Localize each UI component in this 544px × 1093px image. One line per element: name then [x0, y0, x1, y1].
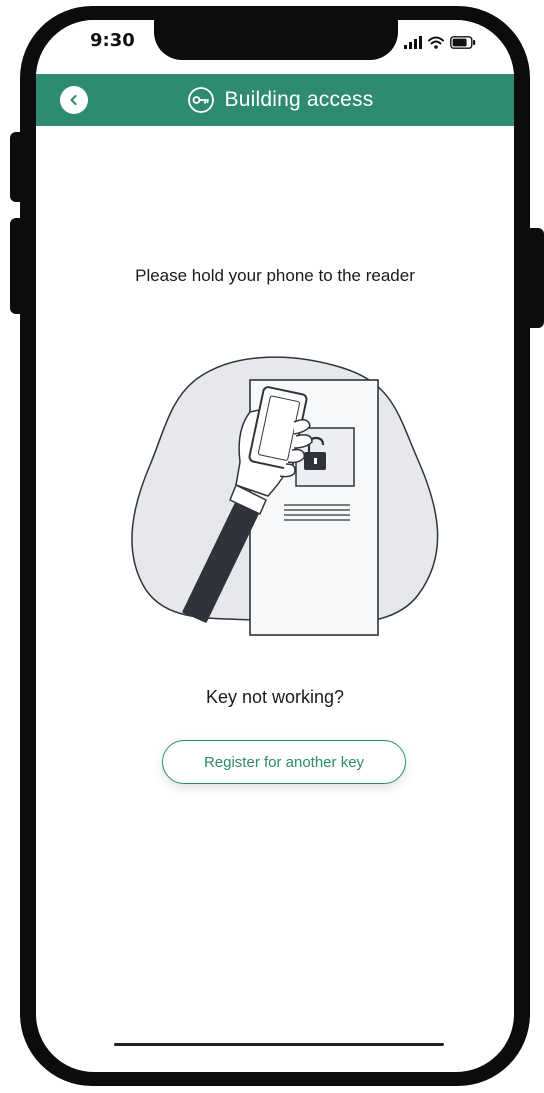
register-another-key-button[interactable]: Register for another key [162, 740, 406, 784]
key-icon [187, 87, 214, 113]
status-time: 9:30 [90, 30, 135, 51]
phone-to-reader-illustration [131, 356, 439, 636]
power-button [530, 228, 544, 328]
home-indicator[interactable] [114, 1043, 444, 1046]
battery-icon [450, 35, 476, 49]
page-title: Building access [224, 88, 374, 111]
register-button-label: Register for another key [203, 753, 365, 771]
status-bar: 9:30 [36, 20, 514, 74]
signal-icon [404, 36, 422, 49]
notch [154, 20, 398, 60]
wifi-icon [428, 36, 444, 49]
key-not-working-text: Key not working? [205, 687, 345, 707]
header-title-group: Building access [36, 74, 514, 126]
phone-screen: 9:30 Building access Please hold your ph… [36, 20, 514, 1072]
status-icons [404, 34, 476, 50]
phone-frame: 9:30 Building access Please hold your ph… [20, 6, 530, 1086]
app-screenshot: 9:30 Building access Please hold your ph… [0, 0, 544, 1093]
app-header: Building access [36, 74, 514, 126]
instruction-text: Please hold your phone to the reader [135, 266, 415, 285]
